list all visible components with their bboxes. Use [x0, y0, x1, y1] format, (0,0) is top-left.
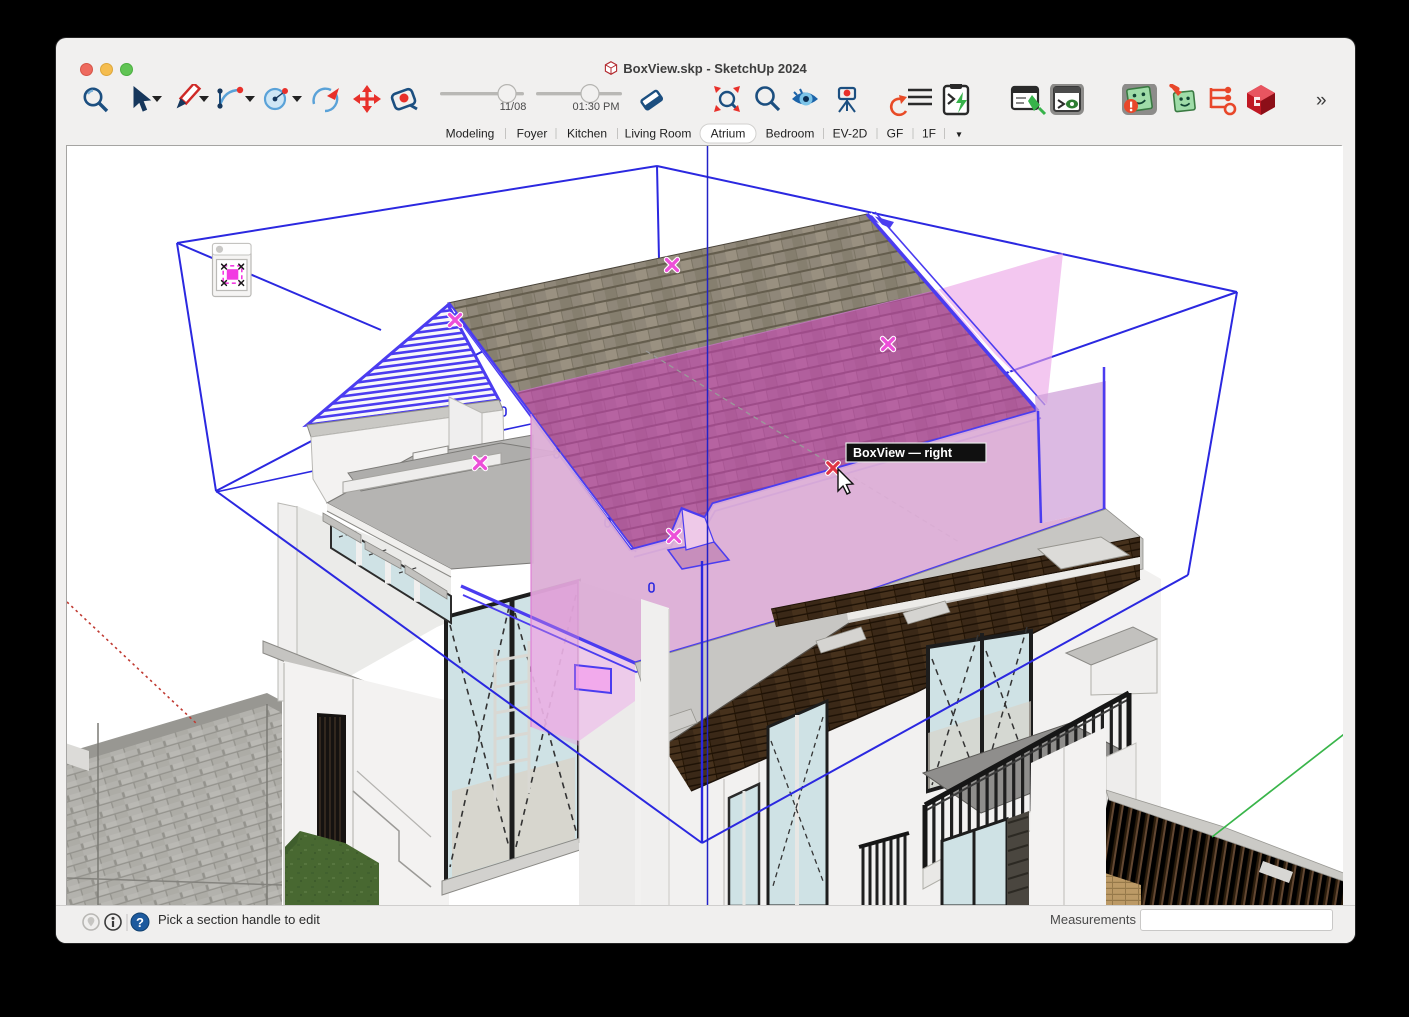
svg-text:1F: 1F: [922, 127, 936, 141]
svg-text:01:30 PM: 01:30 PM: [572, 101, 619, 113]
svg-text:▾: ▾: [956, 130, 961, 141]
svg-text:EV-2D: EV-2D: [833, 127, 868, 141]
svg-text:Bedroom: Bedroom: [766, 127, 815, 141]
svg-text:Modeling: Modeling: [446, 127, 495, 141]
svg-text:Kitchen: Kitchen: [567, 127, 607, 141]
svg-text:?: ?: [136, 915, 144, 930]
svg-text:11/08: 11/08: [500, 101, 527, 113]
svg-text:Atrium: Atrium: [711, 127, 746, 141]
svg-text:GF: GF: [887, 127, 904, 141]
svg-text:Living Room: Living Room: [625, 127, 692, 141]
svg-text:BoxView — right: BoxView — right: [853, 446, 953, 460]
svg-text:»: »: [1316, 90, 1327, 111]
svg-text:Foyer: Foyer: [517, 127, 548, 141]
